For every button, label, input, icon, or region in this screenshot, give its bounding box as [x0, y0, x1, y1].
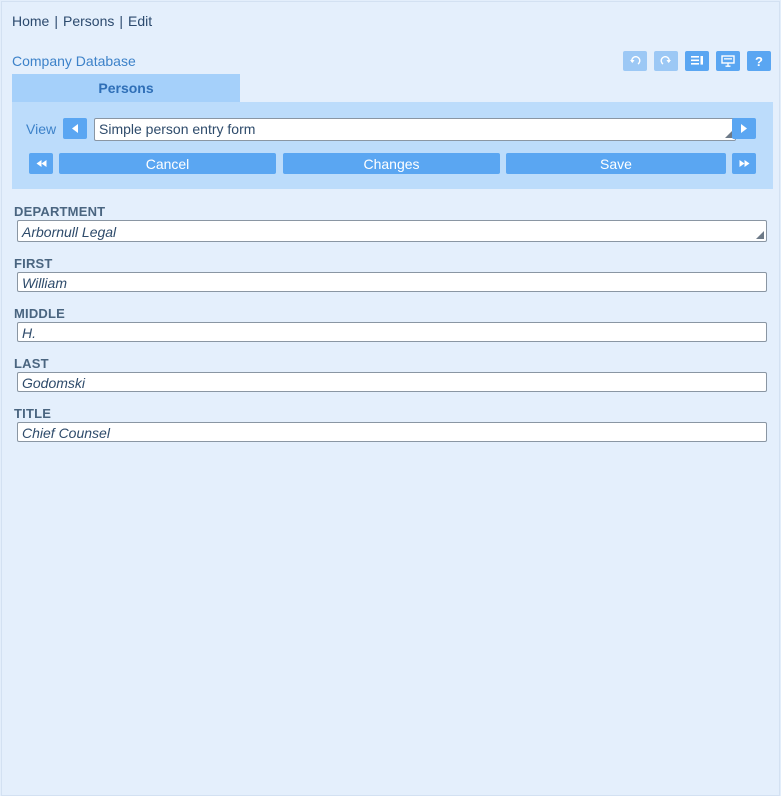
field-department: DEPARTMENT Arbornull Legal: [14, 203, 770, 242]
toolbar: ?: [623, 51, 771, 71]
tab-persons[interactable]: Persons: [12, 74, 240, 102]
changes-button[interactable]: Changes: [283, 153, 500, 174]
field-label: FIRST: [14, 256, 53, 271]
title-input[interactable]: Chief Counsel: [17, 422, 767, 442]
previous-view-button[interactable]: [63, 118, 87, 139]
field-title: TITLE Chief Counsel: [14, 405, 770, 442]
redo-icon: [660, 56, 671, 65]
breadcrumb: Home | Persons | Edit: [12, 13, 152, 29]
arrow-right-icon: [741, 124, 747, 133]
last-record-button[interactable]: [732, 153, 756, 174]
list-settings-button[interactable]: [685, 51, 709, 71]
undo-button[interactable]: [623, 51, 647, 71]
field-last: LAST Godomski: [14, 355, 770, 392]
middle-name-input[interactable]: H.: [17, 322, 767, 342]
view-select[interactable]: Simple person entry form: [94, 118, 736, 141]
presentation-icon: [721, 55, 735, 67]
presentation-button[interactable]: [716, 51, 740, 71]
breadcrumb-separator: |: [119, 13, 123, 29]
first-record-icon: [36, 160, 46, 167]
breadcrumb-separator: |: [54, 13, 58, 29]
department-value: Arbornull Legal: [22, 224, 117, 240]
view-selected-value: Simple person entry form: [99, 121, 256, 137]
app-title[interactable]: Company Database: [12, 53, 136, 69]
first-name-input[interactable]: William: [17, 272, 767, 292]
field-label: MIDDLE: [14, 306, 66, 321]
field-middle: MIDDLE H.: [14, 305, 770, 342]
arrow-left-icon: [72, 124, 78, 133]
last-name-input[interactable]: Godomski: [17, 372, 767, 392]
breadcrumb-persons[interactable]: Persons: [63, 13, 114, 29]
breadcrumb-home[interactable]: Home: [12, 13, 49, 29]
field-label: LAST: [14, 356, 49, 371]
first-record-button[interactable]: [29, 153, 53, 174]
redo-button[interactable]: [654, 51, 678, 71]
last-record-icon: [739, 160, 749, 167]
cancel-button[interactable]: Cancel: [59, 153, 276, 174]
person-form: DEPARTMENT Arbornull Legal FIRST William…: [14, 203, 770, 455]
resize-grip-icon: [756, 231, 764, 239]
field-first: FIRST William: [14, 255, 770, 292]
save-button[interactable]: Save: [506, 153, 726, 174]
view-panel: View Simple person entry form Cancel Cha…: [12, 102, 773, 189]
department-select[interactable]: Arbornull Legal: [17, 220, 767, 242]
help-icon: ?: [755, 53, 763, 69]
help-button[interactable]: ?: [747, 51, 771, 71]
field-label: TITLE: [14, 406, 52, 421]
field-label: DEPARTMENT: [14, 204, 106, 219]
view-label: View: [26, 121, 57, 137]
breadcrumb-edit: Edit: [128, 13, 153, 29]
list-settings-icon: [691, 56, 703, 65]
next-view-button[interactable]: [732, 118, 756, 139]
undo-icon: [630, 56, 641, 65]
